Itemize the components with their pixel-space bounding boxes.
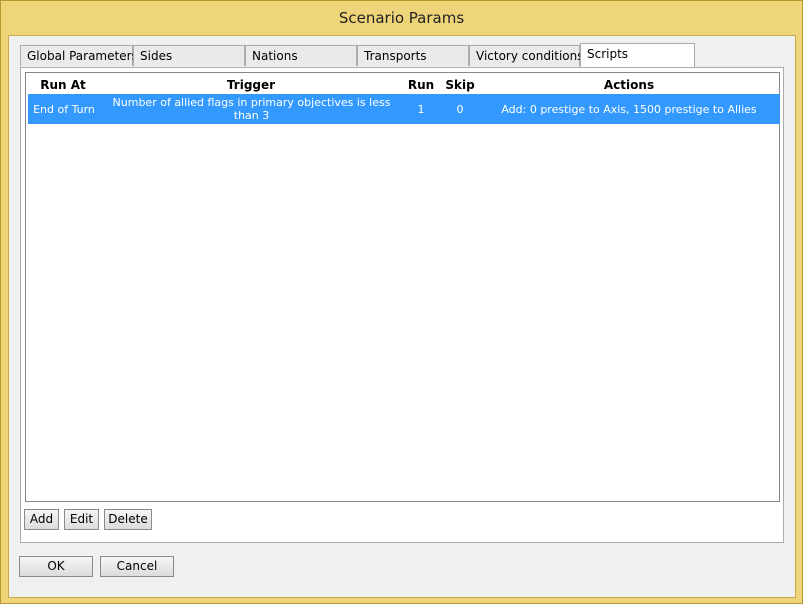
column-header-run[interactable]: Run bbox=[403, 76, 439, 94]
column-header-actions[interactable]: Actions bbox=[481, 76, 777, 94]
cell-run: 1 bbox=[417, 102, 425, 116]
tab-scripts[interactable]: Scripts bbox=[580, 43, 695, 67]
column-header-skip[interactable]: Skip bbox=[441, 76, 479, 94]
cell-trigger: Number of allied flags in primary object… bbox=[112, 96, 391, 122]
cell-skip: 0 bbox=[456, 102, 464, 116]
add-button[interactable]: Add bbox=[24, 509, 59, 530]
dialog-client-area: Global Parameters Sides Nations Transpor… bbox=[8, 35, 796, 598]
tab-sides[interactable]: Sides bbox=[133, 45, 245, 66]
cancel-button[interactable]: Cancel bbox=[100, 556, 174, 577]
tab-transports[interactable]: Transports bbox=[357, 45, 469, 66]
table-row[interactable]: End of Turn Number of allied flags in pr… bbox=[28, 94, 780, 124]
edit-button[interactable]: Edit bbox=[64, 509, 99, 530]
tab-nations[interactable]: Nations bbox=[245, 45, 357, 66]
scripts-tab-panel: Run At Trigger Run Skip Actions End of T… bbox=[20, 67, 784, 543]
cell-actions: Add: 0 prestige to Axis, 1500 prestige t… bbox=[501, 102, 757, 116]
tab-global-parameters[interactable]: Global Parameters bbox=[20, 45, 138, 66]
column-header-run-at[interactable]: Run At bbox=[28, 76, 98, 94]
delete-button[interactable]: Delete bbox=[104, 509, 152, 530]
scenario-params-window: Scenario Params Global Parameters Sides … bbox=[0, 0, 803, 604]
window-title: Scenario Params bbox=[338, 9, 465, 27]
tab-victory-conditions[interactable]: Victory conditions bbox=[469, 45, 584, 66]
cell-run-at: End of Turn bbox=[33, 102, 95, 116]
scripts-list[interactable]: Run At Trigger Run Skip Actions End of T… bbox=[25, 72, 780, 502]
ok-button[interactable]: OK bbox=[19, 556, 93, 577]
column-header-trigger[interactable]: Trigger bbox=[101, 76, 401, 94]
